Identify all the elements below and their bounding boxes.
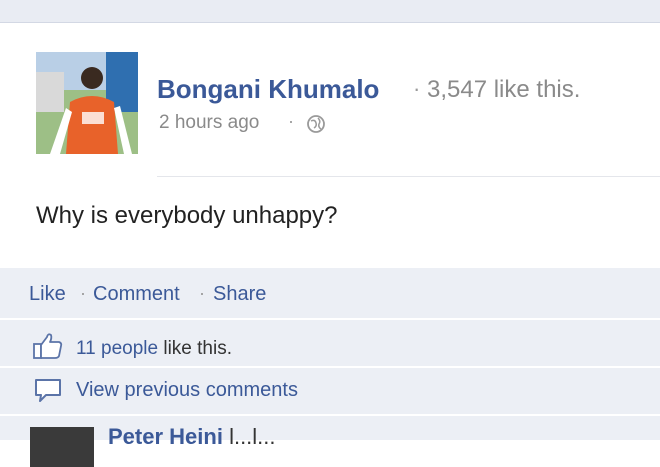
comment-icon	[35, 379, 61, 402]
share-button[interactable]: Share	[213, 283, 266, 306]
likes-suffix: like this.	[158, 338, 232, 359]
likes-inline[interactable]: 3,547 like this.	[427, 76, 580, 104]
globe-icon[interactable]	[306, 114, 326, 134]
comment-button[interactable]: Comment	[93, 283, 180, 306]
separator-dot: ·	[413, 76, 421, 101]
row-divider	[0, 414, 660, 416]
avatar-photo	[36, 52, 138, 154]
comment-text: l...l...	[229, 424, 276, 449]
likes-summary: 11 people like this.	[76, 338, 232, 360]
commenter-avatar[interactable]	[30, 427, 94, 467]
like-button[interactable]: Like	[29, 283, 66, 306]
row-divider	[0, 366, 660, 368]
author-name[interactable]: Bongani Khumalo	[157, 74, 379, 105]
comment-preview: Peter Heini l...l...	[108, 424, 276, 450]
author-avatar[interactable]	[36, 52, 138, 154]
header-divider	[157, 176, 660, 177]
commenter-name[interactable]: Peter Heini	[108, 424, 223, 449]
status-message: Why is everybody unhappy?	[36, 202, 338, 229]
separator-dot: ·	[80, 283, 86, 303]
separator-dot: ·	[199, 283, 205, 303]
post-timestamp[interactable]: 2 hours ago	[159, 112, 259, 134]
view-previous-comments-link[interactable]: View previous comments	[76, 379, 298, 402]
thumbs-up-icon	[33, 333, 63, 359]
row-divider	[0, 318, 660, 320]
top-bar	[0, 0, 660, 23]
separator-dot: ·	[288, 111, 294, 131]
likes-people-link[interactable]: 11 people	[76, 338, 158, 359]
